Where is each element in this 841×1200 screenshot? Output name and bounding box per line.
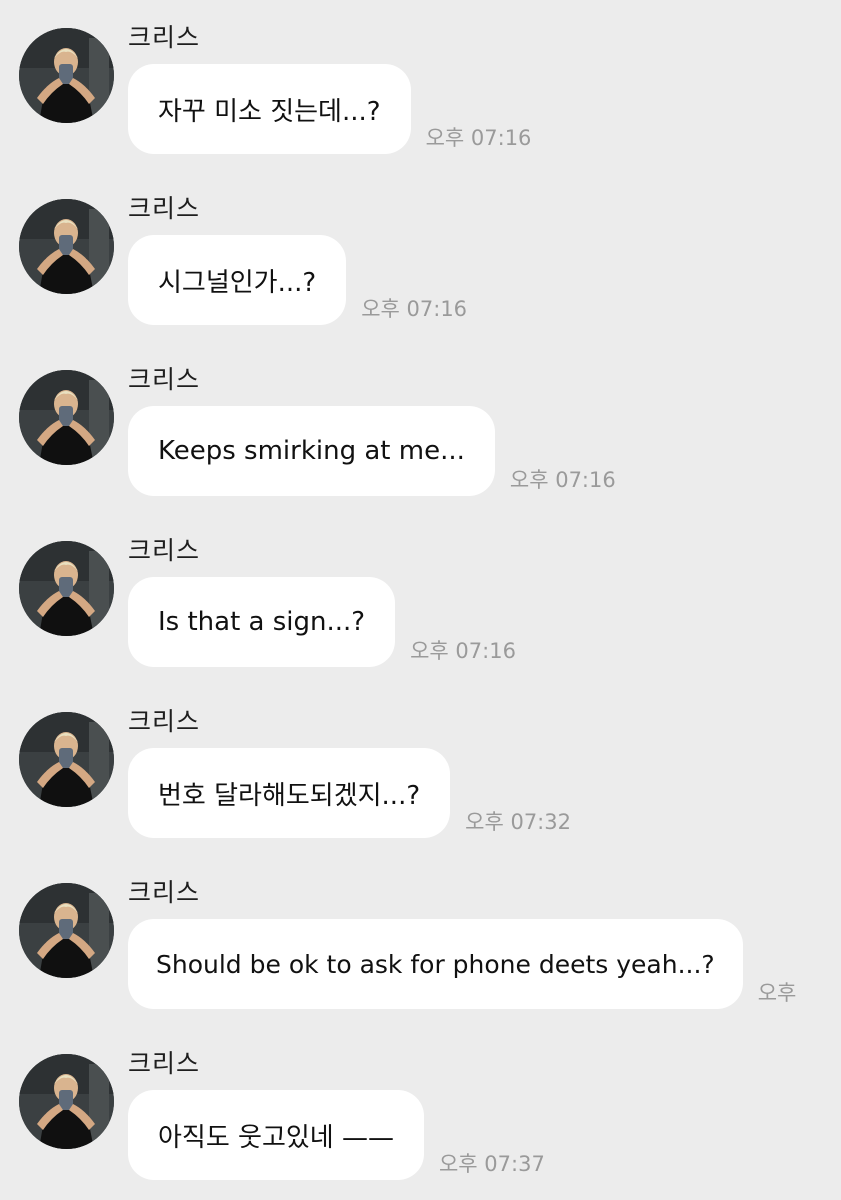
message-wrapper: 자꾸 미소 짓는데...? 오후 07:16 [128,64,531,154]
sender-name: 크리스 [128,878,201,907]
message-bubble[interactable]: 번호 달라해도되겠지...? [128,748,451,838]
message-wrapper: Should be ok to ask for phone deets yeah… [128,919,796,1009]
message-timestamp: 오후 07:32 [465,810,571,834]
avatar[interactable] [19,883,114,978]
avatar-image [19,28,114,123]
chat-message-list: 크리스 자꾸 미소 짓는데...? 오후 07:16 크리스 시그널인가...?… [0,0,841,1200]
message-timestamp: 오후 07:16 [425,126,532,150]
avatar-image [19,541,114,636]
message-row: 크리스 번호 달라해도되겠지...? 오후 07:32 [0,684,841,855]
sender-name: 크리스 [128,1049,201,1078]
avatar[interactable] [19,199,114,294]
sender-name: 크리스 [128,707,201,736]
message-row: 크리스 Is that a sign...? 오후 07:16 [0,513,841,684]
message-row: 크리스 시그널인가...? 오후 07:16 [0,171,841,342]
avatar[interactable] [19,541,114,636]
avatar-image [19,199,114,294]
message-timestamp: 오후 07:16 [361,297,468,321]
message-timestamp: 오후 07:37 [438,1152,545,1176]
avatar[interactable] [19,712,114,807]
message-wrapper: 시그널인가...? 오후 07:16 [128,235,467,325]
message-row: 크리스 자꾸 미소 짓는데...? 오후 07:16 [0,0,841,171]
sender-name: 크리스 [128,23,201,52]
message-row: 크리스 아직도 웃고있네 —— 오후 07:37 [0,1026,841,1197]
message-wrapper: 번호 달라해도되겠지...? 오후 07:32 [128,748,571,838]
sender-name: 크리스 [128,365,201,394]
sender-name: 크리스 [128,194,201,223]
avatar-image [19,1054,114,1149]
avatar[interactable] [19,370,114,465]
sender-name: 크리스 [128,536,201,565]
message-wrapper: Keeps smirking at me... 오후 07:16 [128,406,616,496]
avatar-image [19,883,114,978]
avatar[interactable] [19,28,114,123]
message-wrapper: Is that a sign...? 오후 07:16 [128,577,516,667]
message-row: 크리스 Keeps smirking at me... 오후 07:16 [0,342,841,513]
message-bubble[interactable]: Keeps smirking at me... [128,406,495,496]
message-bubble[interactable]: Should be ok to ask for phone deets yeah… [128,919,743,1009]
message-timestamp: 오후 07:16 [410,639,516,663]
avatar-image [19,712,114,807]
message-bubble[interactable]: 아직도 웃고있네 —— [128,1090,424,1180]
message-bubble[interactable]: 시그널인가...? [128,235,347,325]
message-timestamp: 오후 07:16 [509,468,616,492]
message-timestamp: 오후 [757,981,797,1005]
avatar[interactable] [19,1054,114,1149]
message-bubble[interactable]: 자꾸 미소 짓는데...? [128,64,411,154]
avatar-image [19,370,114,465]
message-row: 크리스 Should be ok to ask for phone deets … [0,855,841,1026]
message-bubble[interactable]: Is that a sign...? [128,577,396,667]
message-wrapper: 아직도 웃고있네 —— 오후 07:37 [128,1090,545,1180]
